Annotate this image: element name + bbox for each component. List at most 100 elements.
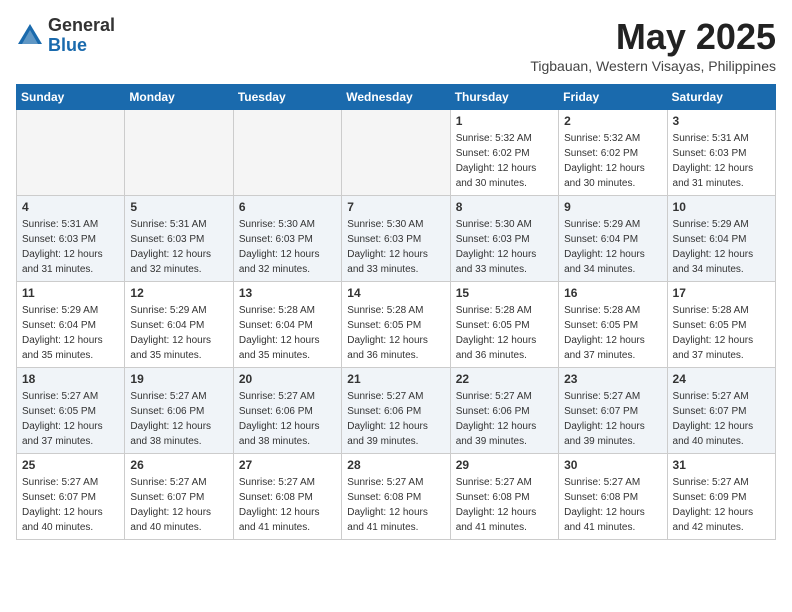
day-number: 17 xyxy=(673,286,770,300)
weekday-header: Saturday xyxy=(667,85,775,110)
day-number: 8 xyxy=(456,200,553,214)
weekday-header: Friday xyxy=(559,85,667,110)
day-number: 20 xyxy=(239,372,336,386)
calendar-day-cell: 29 Sunrise: 5:27 AMSunset: 6:08 PMDayligh… xyxy=(450,454,558,540)
day-number: 6 xyxy=(239,200,336,214)
day-number: 11 xyxy=(22,286,119,300)
calendar-week-row: 1 Sunrise: 5:32 AMSunset: 6:02 PMDaylight… xyxy=(17,110,776,196)
calendar-day-cell: 7 Sunrise: 5:30 AMSunset: 6:03 PMDaylight… xyxy=(342,196,450,282)
day-info: Sunrise: 5:27 AMSunset: 6:07 PMDaylight:… xyxy=(673,389,770,449)
day-info: Sunrise: 5:31 AMSunset: 6:03 PMDaylight:… xyxy=(673,131,770,191)
calendar-day-cell: 31Sunrise: 5:27 AMSunset: 6:09 PMDayligh… xyxy=(667,454,775,540)
calendar-day-cell: 20 Sunrise: 5:27 AMSunset: 6:06 PMDayligh… xyxy=(233,368,341,454)
calendar-day-cell xyxy=(233,110,341,196)
logo-text: General Blue xyxy=(48,16,115,56)
title-block: May 2025 Tigbauan, Western Visayas, Phil… xyxy=(530,16,776,74)
logo-general: General xyxy=(48,16,115,36)
calendar-day-cell: 12 Sunrise: 5:29 AMSunset: 6:04 PMDayligh… xyxy=(125,282,233,368)
day-info: Sunrise: 5:30 AMSunset: 6:03 PMDaylight:… xyxy=(347,217,444,277)
day-number: 23 xyxy=(564,372,661,386)
day-info: Sunrise: 5:28 AMSunset: 6:04 PMDaylight:… xyxy=(239,303,336,363)
day-info: Sunrise: 5:28 AMSunset: 6:05 PMDaylight:… xyxy=(347,303,444,363)
day-info: Sunrise: 5:30 AMSunset: 6:03 PMDaylight:… xyxy=(239,217,336,277)
calendar-day-cell: 23 Sunrise: 5:27 AMSunset: 6:07 PMDayligh… xyxy=(559,368,667,454)
day-number: 29 xyxy=(456,458,553,472)
logo-icon xyxy=(16,22,44,50)
day-info: Sunrise: 5:28 AMSunset: 6:05 PMDaylight:… xyxy=(564,303,661,363)
day-info: Sunrise: 5:27 AMSunset: 6:07 PMDaylight:… xyxy=(22,475,119,535)
day-info: Sunrise: 5:28 AMSunset: 6:05 PMDaylight:… xyxy=(673,303,770,363)
calendar-day-cell: 13Sunrise: 5:28 AMSunset: 6:04 PMDayligh… xyxy=(233,282,341,368)
day-number: 9 xyxy=(564,200,661,214)
day-number: 21 xyxy=(347,372,444,386)
calendar-day-cell: 24 Sunrise: 5:27 AMSunset: 6:07 PMDayligh… xyxy=(667,368,775,454)
calendar-day-cell: 16 Sunrise: 5:28 AMSunset: 6:05 PMDayligh… xyxy=(559,282,667,368)
weekday-header: Tuesday xyxy=(233,85,341,110)
page-header: General Blue May 2025 Tigbauan, Western … xyxy=(16,16,776,74)
calendar-day-cell: 28 Sunrise: 5:27 AMSunset: 6:08 PMDayligh… xyxy=(342,454,450,540)
day-info: Sunrise: 5:27 AMSunset: 6:06 PMDaylight:… xyxy=(347,389,444,449)
day-number: 27 xyxy=(239,458,336,472)
day-info: Sunrise: 5:27 AMSunset: 6:05 PMDaylight:… xyxy=(22,389,119,449)
day-info: Sunrise: 5:29 AMSunset: 6:04 PMDaylight:… xyxy=(130,303,227,363)
day-info: Sunrise: 5:27 AMSunset: 6:06 PMDaylight:… xyxy=(239,389,336,449)
weekday-header: Thursday xyxy=(450,85,558,110)
calendar-day-cell: 5Sunrise: 5:31 AMSunset: 6:03 PMDaylight… xyxy=(125,196,233,282)
day-number: 22 xyxy=(456,372,553,386)
calendar-day-cell: 14 Sunrise: 5:28 AMSunset: 6:05 PMDayligh… xyxy=(342,282,450,368)
day-info: Sunrise: 5:31 AMSunset: 6:03 PMDaylight:… xyxy=(22,217,119,277)
calendar-day-cell: 4 Sunrise: 5:31 AMSunset: 6:03 PMDaylight… xyxy=(17,196,125,282)
calendar-day-cell: 9 Sunrise: 5:29 AMSunset: 6:04 PMDaylight… xyxy=(559,196,667,282)
day-number: 19 xyxy=(130,372,227,386)
calendar-week-row: 11 Sunrise: 5:29 AMSunset: 6:04 PMDayligh… xyxy=(17,282,776,368)
day-number: 12 xyxy=(130,286,227,300)
day-number: 26 xyxy=(130,458,227,472)
calendar-day-cell: 8Sunrise: 5:30 AMSunset: 6:03 PMDaylight… xyxy=(450,196,558,282)
day-number: 16 xyxy=(564,286,661,300)
calendar-day-cell: 6 Sunrise: 5:30 AMSunset: 6:03 PMDaylight… xyxy=(233,196,341,282)
calendar-day-cell xyxy=(125,110,233,196)
calendar-day-cell: 22 Sunrise: 5:27 AMSunset: 6:06 PMDayligh… xyxy=(450,368,558,454)
day-info: Sunrise: 5:28 AMSunset: 6:05 PMDaylight:… xyxy=(456,303,553,363)
day-info: Sunrise: 5:32 AMSunset: 6:02 PMDaylight:… xyxy=(456,131,553,191)
weekday-header: Wednesday xyxy=(342,85,450,110)
day-number: 4 xyxy=(22,200,119,214)
day-number: 2 xyxy=(564,114,661,128)
calendar-week-row: 25Sunrise: 5:27 AMSunset: 6:07 PMDayligh… xyxy=(17,454,776,540)
calendar-day-cell: 30 Sunrise: 5:27 AMSunset: 6:08 PMDayligh… xyxy=(559,454,667,540)
calendar-day-cell: 17 Sunrise: 5:28 AMSunset: 6:05 PMDayligh… xyxy=(667,282,775,368)
day-info: Sunrise: 5:27 AMSunset: 6:08 PMDaylight:… xyxy=(347,475,444,535)
day-number: 28 xyxy=(347,458,444,472)
calendar-week-row: 18 Sunrise: 5:27 AMSunset: 6:05 PMDayligh… xyxy=(17,368,776,454)
day-number: 3 xyxy=(673,114,770,128)
calendar-day-cell: 3 Sunrise: 5:31 AMSunset: 6:03 PMDaylight… xyxy=(667,110,775,196)
day-info: Sunrise: 5:31 AMSunset: 6:03 PMDaylight:… xyxy=(130,217,227,277)
calendar-day-cell xyxy=(342,110,450,196)
day-number: 1 xyxy=(456,114,553,128)
day-info: Sunrise: 5:29 AMSunset: 6:04 PMDaylight:… xyxy=(22,303,119,363)
calendar-day-cell: 26Sunrise: 5:27 AMSunset: 6:07 PMDayligh… xyxy=(125,454,233,540)
day-number: 24 xyxy=(673,372,770,386)
day-number: 18 xyxy=(22,372,119,386)
weekday-header: Sunday xyxy=(17,85,125,110)
day-info: Sunrise: 5:29 AMSunset: 6:04 PMDaylight:… xyxy=(564,217,661,277)
day-info: Sunrise: 5:27 AMSunset: 6:08 PMDaylight:… xyxy=(456,475,553,535)
calendar-day-cell: 27 Sunrise: 5:27 AMSunset: 6:08 PMDayligh… xyxy=(233,454,341,540)
logo-blue: Blue xyxy=(48,36,115,56)
day-info: Sunrise: 5:27 AMSunset: 6:07 PMDaylight:… xyxy=(564,389,661,449)
day-number: 30 xyxy=(564,458,661,472)
day-info: Sunrise: 5:27 AMSunset: 6:08 PMDaylight:… xyxy=(239,475,336,535)
header-row: SundayMondayTuesdayWednesdayThursdayFrid… xyxy=(17,85,776,110)
day-number: 7 xyxy=(347,200,444,214)
day-number: 14 xyxy=(347,286,444,300)
day-number: 31 xyxy=(673,458,770,472)
calendar-day-cell: 1 Sunrise: 5:32 AMSunset: 6:02 PMDaylight… xyxy=(450,110,558,196)
day-info: Sunrise: 5:27 AMSunset: 6:06 PMDaylight:… xyxy=(456,389,553,449)
calendar-day-cell: 18 Sunrise: 5:27 AMSunset: 6:05 PMDayligh… xyxy=(17,368,125,454)
day-number: 10 xyxy=(673,200,770,214)
calendar-day-cell xyxy=(17,110,125,196)
day-info: Sunrise: 5:27 AMSunset: 6:08 PMDaylight:… xyxy=(564,475,661,535)
day-info: Sunrise: 5:27 AMSunset: 6:06 PMDaylight:… xyxy=(130,389,227,449)
calendar-day-cell: 11 Sunrise: 5:29 AMSunset: 6:04 PMDayligh… xyxy=(17,282,125,368)
weekday-header: Monday xyxy=(125,85,233,110)
